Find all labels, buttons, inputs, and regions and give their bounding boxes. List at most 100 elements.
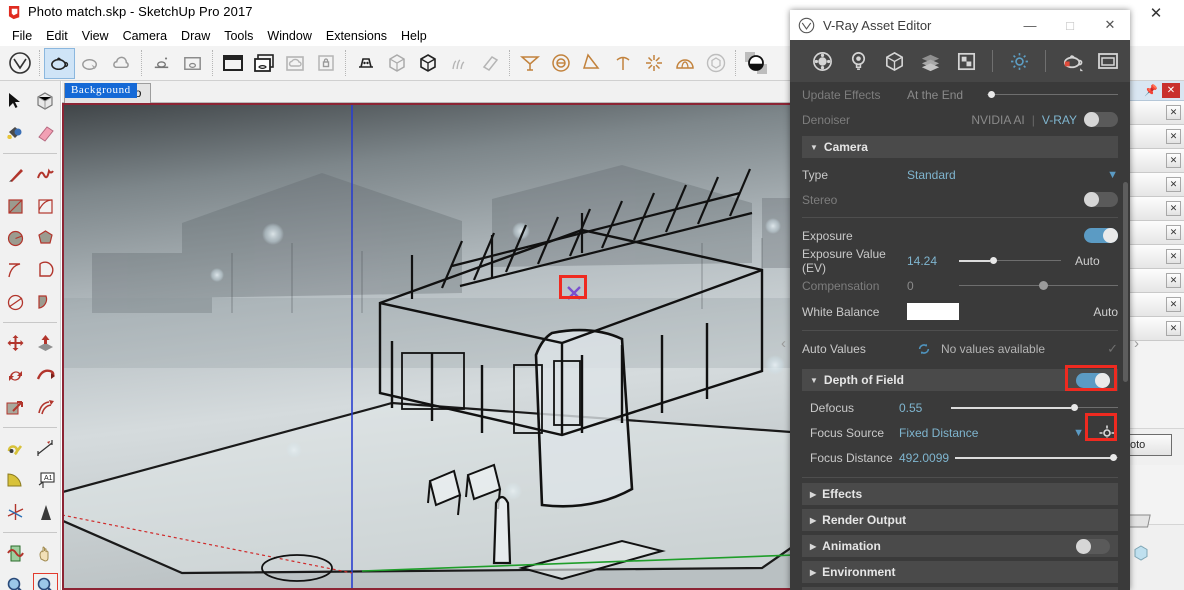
collapse-close-icon[interactable]: ✕ xyxy=(1166,321,1181,336)
polygon-icon[interactable] xyxy=(30,222,60,254)
section-render-output[interactable]: ▶ Render Output xyxy=(802,509,1118,531)
stereo-toggle[interactable] xyxy=(1084,192,1118,207)
textures-icon[interactable] xyxy=(912,44,948,78)
compensation-slider[interactable] xyxy=(959,280,1118,292)
vray-scrollbar[interactable] xyxy=(1123,182,1128,382)
white-balance-swatch[interactable] xyxy=(907,303,959,320)
pie-arc-icon[interactable] xyxy=(30,254,60,286)
setting-focus-distance[interactable]: Focus Distance 492.0099 xyxy=(802,445,1118,470)
setting-denoiser[interactable]: Denoiser NVIDIA AI | V-RAY xyxy=(802,107,1118,132)
menu-item-help[interactable]: Help xyxy=(394,28,434,44)
mesh-light-icon[interactable] xyxy=(700,48,731,79)
setting-defocus[interactable]: Defocus 0.55 xyxy=(802,395,1118,420)
vray-asset-editor[interactable]: V-Ray Asset Editor — □ ✕ Update Effects … xyxy=(781,10,1139,590)
render-cloud-icon[interactable] xyxy=(106,48,137,79)
frame-buffer-icon[interactable] xyxy=(217,48,248,79)
animation-toggle[interactable] xyxy=(1076,539,1110,554)
close-icon[interactable]: ✕ xyxy=(1142,3,1170,23)
menu-item-window[interactable]: Window xyxy=(260,28,318,44)
collapse-close-icon[interactable]: ✕ xyxy=(1166,201,1181,216)
collapse-close-icon[interactable]: ✕ xyxy=(1166,105,1181,120)
section-plane-icon[interactable] xyxy=(0,537,30,569)
infinite-plane-icon[interactable] xyxy=(514,48,545,79)
material-sphere-icon[interactable] xyxy=(740,48,771,79)
denoiser-toggle[interactable] xyxy=(1084,112,1118,127)
setting-auto-values[interactable]: Auto Values No values available ✓ xyxy=(802,336,1118,361)
omni-light-icon[interactable] xyxy=(638,48,669,79)
collapse-close-icon[interactable]: ✕ xyxy=(1166,297,1181,312)
render-region-icon[interactable] xyxy=(146,48,177,79)
collapse-close-icon[interactable]: ✕ xyxy=(1166,225,1181,240)
rotate-icon[interactable] xyxy=(0,359,30,391)
geometry-icon[interactable] xyxy=(876,44,912,78)
rotated-rectangle-icon[interactable] xyxy=(30,190,60,222)
select-arrow-icon[interactable] xyxy=(0,85,30,117)
exposure-value-number[interactable]: 14.24 xyxy=(907,254,959,268)
update-effects-slider[interactable] xyxy=(987,89,1118,101)
collapse-close-icon[interactable]: ✕ xyxy=(1166,177,1181,192)
update-effects-value[interactable]: At the End xyxy=(907,88,987,102)
white-balance-auto-button[interactable]: Auto xyxy=(1093,305,1118,319)
arc-2point-icon[interactable] xyxy=(0,254,30,286)
maximize-icon[interactable]: □ xyxy=(1050,10,1090,40)
setting-focus-source[interactable]: Focus Source Fixed Distance ▼ xyxy=(802,420,1118,445)
exposure-value-slider[interactable] xyxy=(959,255,1061,267)
axes-icon[interactable] xyxy=(0,496,30,528)
match-photo-button[interactable]: oto xyxy=(1126,434,1172,456)
collapse-close-icon[interactable]: ✕ xyxy=(1166,249,1181,264)
scale-icon[interactable] xyxy=(0,391,30,423)
rectangle-light-icon[interactable] xyxy=(576,48,607,79)
zoom-window-icon[interactable] xyxy=(30,569,60,590)
text-label-icon[interactable]: A1 xyxy=(30,464,60,496)
menu-item-tools[interactable]: Tools xyxy=(217,28,260,44)
chevron-down-icon[interactable]: ▼ xyxy=(1073,427,1084,439)
vray-logo-icon[interactable] xyxy=(4,48,35,79)
pie-icon[interactable] xyxy=(30,286,60,318)
menu-item-edit[interactable]: Edit xyxy=(39,28,75,44)
refresh-icon[interactable] xyxy=(907,342,941,356)
render-elements-icon[interactable] xyxy=(948,44,984,78)
defocus-slider[interactable] xyxy=(951,402,1118,414)
tape-measure-icon[interactable] xyxy=(0,432,30,464)
zoom-icon[interactable] xyxy=(0,569,30,590)
proxy-scene-icon[interactable] xyxy=(412,48,443,79)
move-icon[interactable] xyxy=(0,327,30,359)
menu-item-camera[interactable]: Camera xyxy=(116,28,174,44)
circle-icon[interactable] xyxy=(0,222,30,254)
paint-bucket-icon[interactable] xyxy=(0,117,30,149)
render-teapot-icon[interactable] xyxy=(1054,44,1090,78)
follow-me-icon[interactable] xyxy=(30,359,60,391)
vray-toolbar-robot-icon[interactable] xyxy=(350,48,381,79)
pencil-line-icon[interactable] xyxy=(0,158,30,190)
chevron-left-icon[interactable]: ‹ xyxy=(781,335,786,352)
section-environment[interactable]: ▶ Environment xyxy=(802,561,1118,583)
offset-icon[interactable] xyxy=(30,391,60,423)
setting-white-balance[interactable]: White Balance Auto xyxy=(802,298,1118,325)
cloud-upload-icon[interactable] xyxy=(279,48,310,79)
exposure-auto-button[interactable]: Auto xyxy=(1075,254,1100,268)
type-value[interactable]: Standard xyxy=(907,168,1107,182)
focus-distance-slider[interactable] xyxy=(955,452,1118,464)
chevron-down-icon[interactable]: ▼ xyxy=(1107,169,1118,181)
denoiser-vray-option[interactable]: V-RAY xyxy=(1042,113,1077,127)
menu-item-file[interactable]: File xyxy=(5,28,39,44)
batch-render-icon[interactable] xyxy=(248,48,279,79)
render-teapot-icon[interactable] xyxy=(44,47,75,79)
3d-text-icon[interactable] xyxy=(30,496,60,528)
menu-item-draw[interactable]: Draw xyxy=(174,28,217,44)
setting-update-effects[interactable]: Update Effects At the End xyxy=(802,82,1118,107)
rectangle-icon[interactable] xyxy=(0,190,30,222)
pin-icon[interactable]: 📌 xyxy=(1144,84,1158,97)
dome-light-icon[interactable] xyxy=(545,48,576,79)
render-in-viewport-icon[interactable] xyxy=(177,48,208,79)
section-animation[interactable]: ▶ Animation xyxy=(802,535,1118,557)
setting-exposure[interactable]: Exposure xyxy=(802,223,1118,248)
exposure-toggle[interactable] xyxy=(1084,228,1118,243)
setting-exposure-value[interactable]: Exposure Value (EV) 14.24 Auto xyxy=(802,247,1118,275)
eraser-icon[interactable] xyxy=(30,117,60,149)
lights-icon[interactable] xyxy=(840,44,876,78)
proxy-mesh-icon[interactable] xyxy=(381,48,412,79)
settings-gear-icon[interactable] xyxy=(1001,44,1037,78)
minimize-icon[interactable]: — xyxy=(1010,10,1050,40)
fur-icon[interactable] xyxy=(443,48,474,79)
